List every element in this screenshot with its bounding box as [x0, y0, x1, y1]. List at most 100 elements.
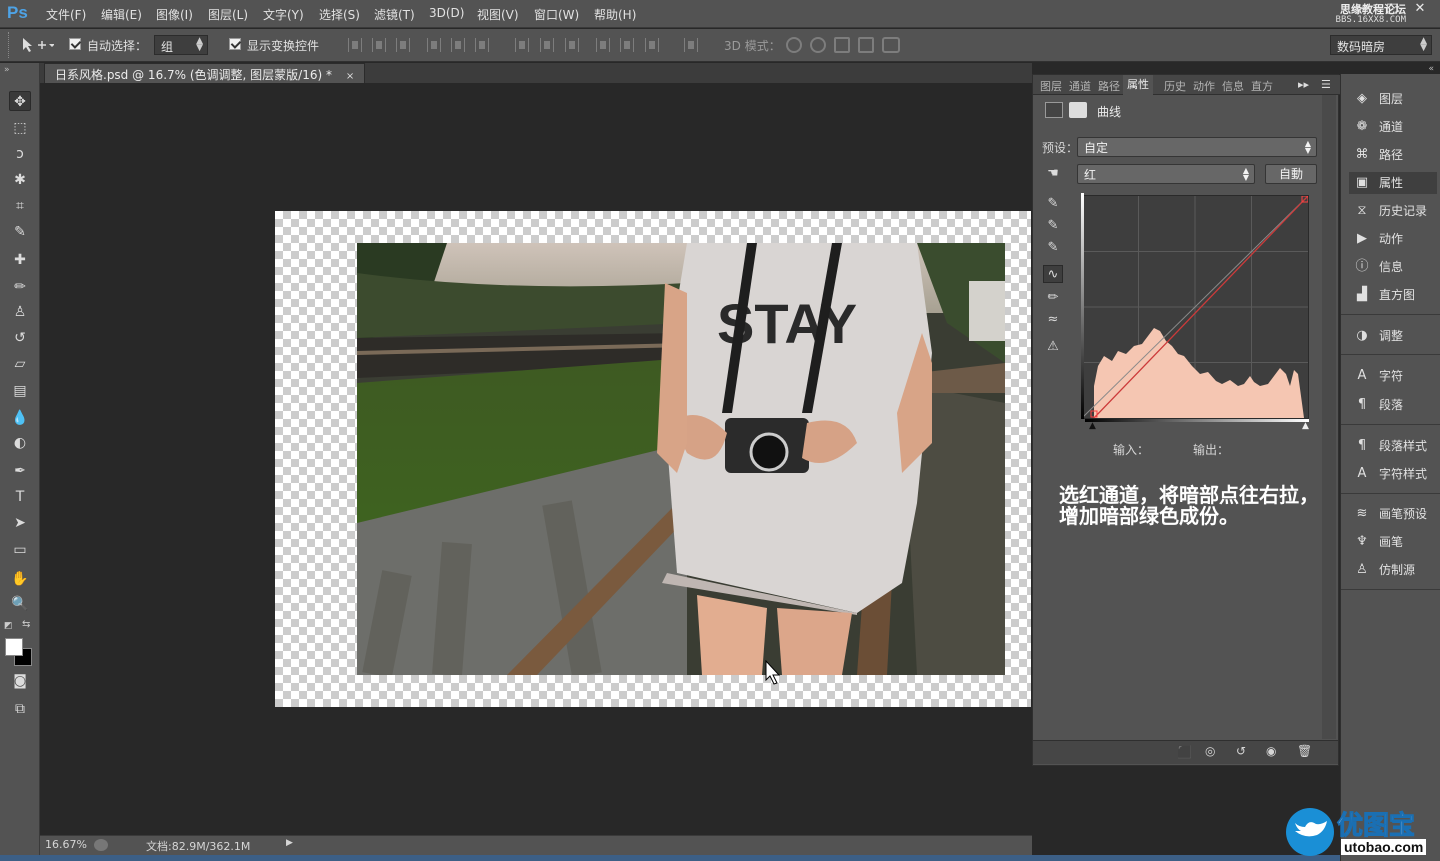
auto-select-checkbox[interactable] [69, 38, 81, 50]
align-bottom-icon[interactable] [396, 38, 410, 52]
eyedropper-tool-icon[interactable]: ✎ [9, 222, 31, 242]
distribute-bottom-icon[interactable] [565, 38, 579, 52]
targeted-adjust-hand-icon[interactable]: ☚ [1043, 165, 1063, 183]
menu-3d[interactable]: 3D(D) [429, 6, 464, 20]
distribute-right-icon[interactable] [645, 38, 659, 52]
menu-help[interactable]: 帮助(H) [594, 6, 636, 23]
align-left-icon[interactable] [427, 38, 441, 52]
dock-item-histogram[interactable]: ▟ 直方图 [1349, 284, 1437, 306]
tab-histogram[interactable]: 直方 [1251, 78, 1273, 94]
dock-item-layers[interactable]: ◈ 图层 [1349, 88, 1437, 110]
hand-tool-icon[interactable]: ✋ [9, 569, 31, 589]
roll-3d-icon[interactable] [810, 37, 826, 53]
clipping-warning-icon[interactable]: ⚠ [1043, 338, 1063, 356]
gradient-tool-icon[interactable]: ▤ [9, 381, 31, 401]
lasso-tool-icon[interactable]: ↄ [9, 144, 31, 164]
slide-3d-icon[interactable] [858, 37, 874, 53]
smooth-curve-icon[interactable]: ≈ [1043, 311, 1063, 329]
foreground-color-swatch[interactable] [5, 638, 23, 656]
curves-graph[interactable] [1081, 195, 1309, 419]
draw-curve-pencil-icon[interactable]: ✏ [1043, 289, 1063, 307]
tab-properties[interactable]: 属性 [1123, 75, 1153, 95]
edit-points-curve-icon[interactable]: ∿ [1043, 265, 1063, 283]
distribute-left-icon[interactable] [596, 38, 610, 52]
dock-item-paragraph-styles[interactable]: ¶ 段落样式 [1349, 435, 1437, 457]
preset-dropdown[interactable]: 自定 ▲ ▼ [1077, 137, 1317, 157]
maximize-button[interactable]: □ [1378, 0, 1406, 18]
auto-align-icon[interactable] [684, 38, 698, 52]
distribute-vcenter-icon[interactable] [540, 38, 554, 52]
drag-3d-icon[interactable] [834, 37, 850, 53]
dock-item-adjustments[interactable]: ◑ 调整 [1349, 325, 1437, 347]
brush-tool-icon[interactable]: ✏ [9, 277, 31, 297]
auto-select-dropdown[interactable]: 组 ▲ ▼ [154, 35, 208, 55]
dock-item-paths[interactable]: ⌘ 路径 [1349, 144, 1437, 166]
dock-item-channels[interactable]: ❁ 通道 [1349, 116, 1437, 138]
menu-edit[interactable]: 编辑(E) [101, 6, 142, 23]
menu-type[interactable]: 文字(Y) [263, 6, 304, 23]
dock-item-character[interactable]: A 字符 [1349, 365, 1437, 387]
rectangle-tool-icon[interactable]: ▭ [9, 540, 31, 560]
move-tool-preset-icon[interactable] [20, 36, 54, 54]
rotate-3d-icon[interactable] [786, 37, 802, 53]
align-right-icon[interactable] [475, 38, 489, 52]
sample-black-eyedropper-icon[interactable]: ✎ [1043, 195, 1063, 213]
history-brush-tool-icon[interactable]: ↺ [9, 328, 31, 348]
auto-button[interactable]: 自動 [1265, 164, 1317, 184]
dock-item-properties[interactable]: ▣ 属性 [1349, 172, 1437, 194]
clone-stamp-tool-icon[interactable]: ♙ [9, 302, 31, 322]
move-tool-icon[interactable]: ✥ [9, 91, 31, 111]
zoom-level[interactable]: 16.67% [45, 838, 87, 851]
healing-brush-tool-icon[interactable]: ✚ [9, 250, 31, 270]
dock-item-history[interactable]: ⧖ 历史记录 [1349, 200, 1437, 222]
workspace-dropdown[interactable]: 数码暗房 ▲ ▼ [1330, 35, 1432, 55]
layer-mask-icon[interactable] [1069, 102, 1087, 118]
dock-item-brush[interactable]: ♆ 画笔 [1349, 531, 1437, 553]
align-hcenter-icon[interactable] [451, 38, 465, 52]
panel-menu-icon[interactable]: ☰ [1321, 78, 1331, 91]
status-menu-arrow-icon[interactable]: ▶ [286, 838, 293, 848]
dock-item-paragraph[interactable]: ¶ 段落 [1349, 394, 1437, 416]
path-selection-tool-icon[interactable]: ➤ [9, 513, 31, 533]
document-tab[interactable]: 日系风格.psd @ 16.7% (色调调整, 图层蒙版/16) * × [44, 63, 366, 83]
menu-view[interactable]: 视图(V) [477, 6, 519, 23]
align-vcenter-icon[interactable] [372, 38, 386, 52]
white-slider-icon[interactable]: ▲ [1302, 421, 1309, 431]
close-document-icon[interactable]: × [346, 71, 354, 82]
tab-history[interactable]: 历史 [1164, 78, 1186, 94]
dock-item-info[interactable]: ⓘ 信息 [1349, 256, 1437, 278]
marquee-tool-icon[interactable]: ⬚ [9, 118, 31, 138]
status-icon[interactable] [94, 839, 108, 851]
menu-filter[interactable]: 滤镜(T) [374, 6, 415, 23]
toggle-visibility-icon[interactable]: ◉ [1266, 744, 1276, 758]
magic-wand-tool-icon[interactable]: ✱ [9, 170, 31, 190]
distribute-top-icon[interactable] [515, 38, 529, 52]
document-photo[interactable]: STAY [357, 243, 1005, 675]
menu-layer[interactable]: 图层(L) [208, 6, 248, 23]
screen-mode-icon[interactable]: ⧉ [9, 699, 31, 719]
zoom-tool-icon[interactable]: 🔍 [9, 594, 31, 614]
dodge-tool-icon[interactable]: ◐ [9, 433, 31, 453]
menu-image[interactable]: 图像(I) [156, 6, 193, 23]
eraser-tool-icon[interactable]: ▱ [9, 354, 31, 374]
view-previous-state-icon[interactable]: ◎ [1205, 744, 1215, 758]
tab-actions[interactable]: 动作 [1193, 78, 1215, 94]
menu-file[interactable]: 文件(F) [46, 6, 86, 23]
tab-paths[interactable]: 路径 [1098, 78, 1120, 94]
scale-3d-icon[interactable] [882, 37, 900, 53]
panel-scrollbar[interactable] [1322, 95, 1336, 739]
channel-dropdown[interactable]: 红 ▲ ▼ [1077, 164, 1255, 184]
show-transform-checkbox[interactable] [229, 38, 241, 50]
dock-item-brush-presets[interactable]: ≋ 画笔预设 [1349, 503, 1437, 525]
tab-channels[interactable]: 通道 [1069, 78, 1091, 94]
reset-adjustment-icon[interactable]: ↺ [1236, 744, 1246, 758]
delete-adjustment-icon[interactable]: 🗑 [1297, 744, 1312, 758]
tab-layers[interactable]: 图层 [1040, 78, 1062, 94]
quick-mask-icon[interactable]: ◙ [9, 671, 31, 691]
crop-tool-icon[interactable]: ⌗ [9, 196, 31, 216]
type-tool-icon[interactable]: T [9, 487, 31, 507]
sample-white-eyedropper-icon[interactable]: ✎ [1043, 239, 1063, 257]
menu-window[interactable]: 窗口(W) [534, 6, 579, 23]
dock-item-clone-source[interactable]: ♙ 仿制源 [1349, 559, 1437, 581]
minimize-button[interactable]: – [1350, 0, 1378, 18]
